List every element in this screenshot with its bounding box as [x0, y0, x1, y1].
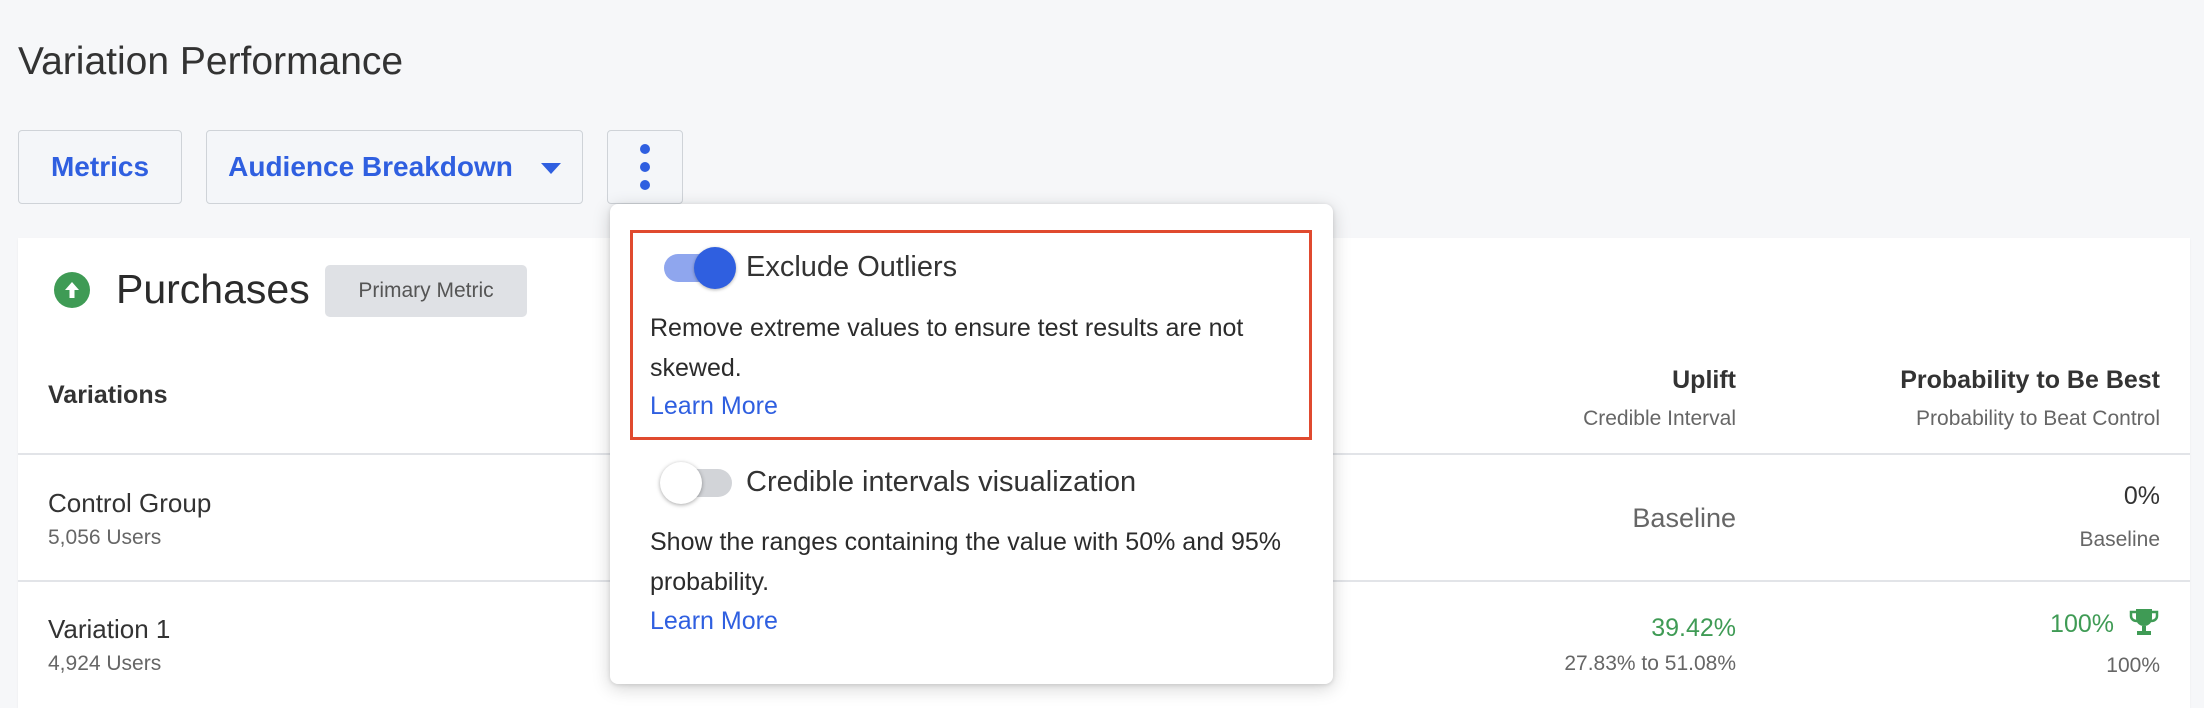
audience-breakdown-label: Audience Breakdown [228, 151, 513, 182]
variations-header: Variations [48, 381, 168, 409]
uplift-header-sub: Credible Interval [1583, 407, 1736, 430]
variation-users: 4,924 Users [48, 652, 162, 675]
probability-sub: Baseline [2079, 528, 2160, 551]
probability-sub: 100% [2106, 654, 2160, 677]
primary-metric-badge: Primary Metric [325, 265, 527, 317]
probability-cell: 100% [2050, 606, 2160, 643]
exclude-outliers-title: Exclude Outliers [746, 251, 958, 283]
probability-header-label: Probability to Be Best [1900, 366, 2160, 394]
audience-breakdown-dropdown[interactable]: Audience Breakdown [206, 130, 583, 204]
toggle-knob [694, 247, 736, 289]
credible-intervals-learn-more-link[interactable]: Learn More [650, 607, 778, 636]
options-popover: Exclude Outliers Remove extreme values t… [610, 204, 1333, 684]
trophy-icon [2128, 606, 2160, 643]
variation-users: 5,056 Users [48, 526, 162, 549]
credible-intervals-title: Credible intervals visualization [746, 466, 1137, 498]
uplift-header: Uplift Credible Interval [1583, 366, 1736, 430]
probability-header: Probability to Be Best Probability to Be… [1900, 366, 2160, 430]
more-options-button[interactable] [607, 130, 683, 204]
credible-intervals-toggle[interactable] [660, 462, 732, 504]
uplift-value: 39.42% [1651, 614, 1736, 642]
probability-value: 100% [2050, 610, 2114, 638]
caret-down-icon [540, 163, 561, 174]
uplift-interval: 27.83% to 51.08% [1564, 652, 1736, 675]
vertical-ellipsis-icon [640, 144, 650, 154]
credible-intervals-description: Show the ranges containing the value wit… [650, 528, 1281, 596]
metric-title: Purchases [116, 266, 310, 312]
metrics-button-label: Metrics [50, 151, 150, 182]
arrow-up-circle-icon [54, 272, 90, 308]
variation-name: Control Group [48, 488, 212, 518]
page-title: Variation Performance [18, 40, 404, 83]
variation-name: Variation 1 [48, 614, 171, 644]
probability-value: 0% [2123, 482, 2160, 510]
toggle-knob [660, 462, 702, 504]
exclude-outliers-toggle[interactable] [664, 247, 736, 289]
uplift-value: Baseline [1632, 503, 1736, 533]
exclude-outliers-learn-more-link[interactable]: Learn More [650, 392, 778, 421]
exclude-outliers-description: Remove extreme values to ensure test res… [650, 314, 1244, 382]
uplift-header-label: Uplift [1672, 366, 1736, 394]
metrics-button[interactable]: Metrics [18, 130, 182, 204]
probability-header-sub: Probability to Beat Control [1916, 407, 2160, 430]
